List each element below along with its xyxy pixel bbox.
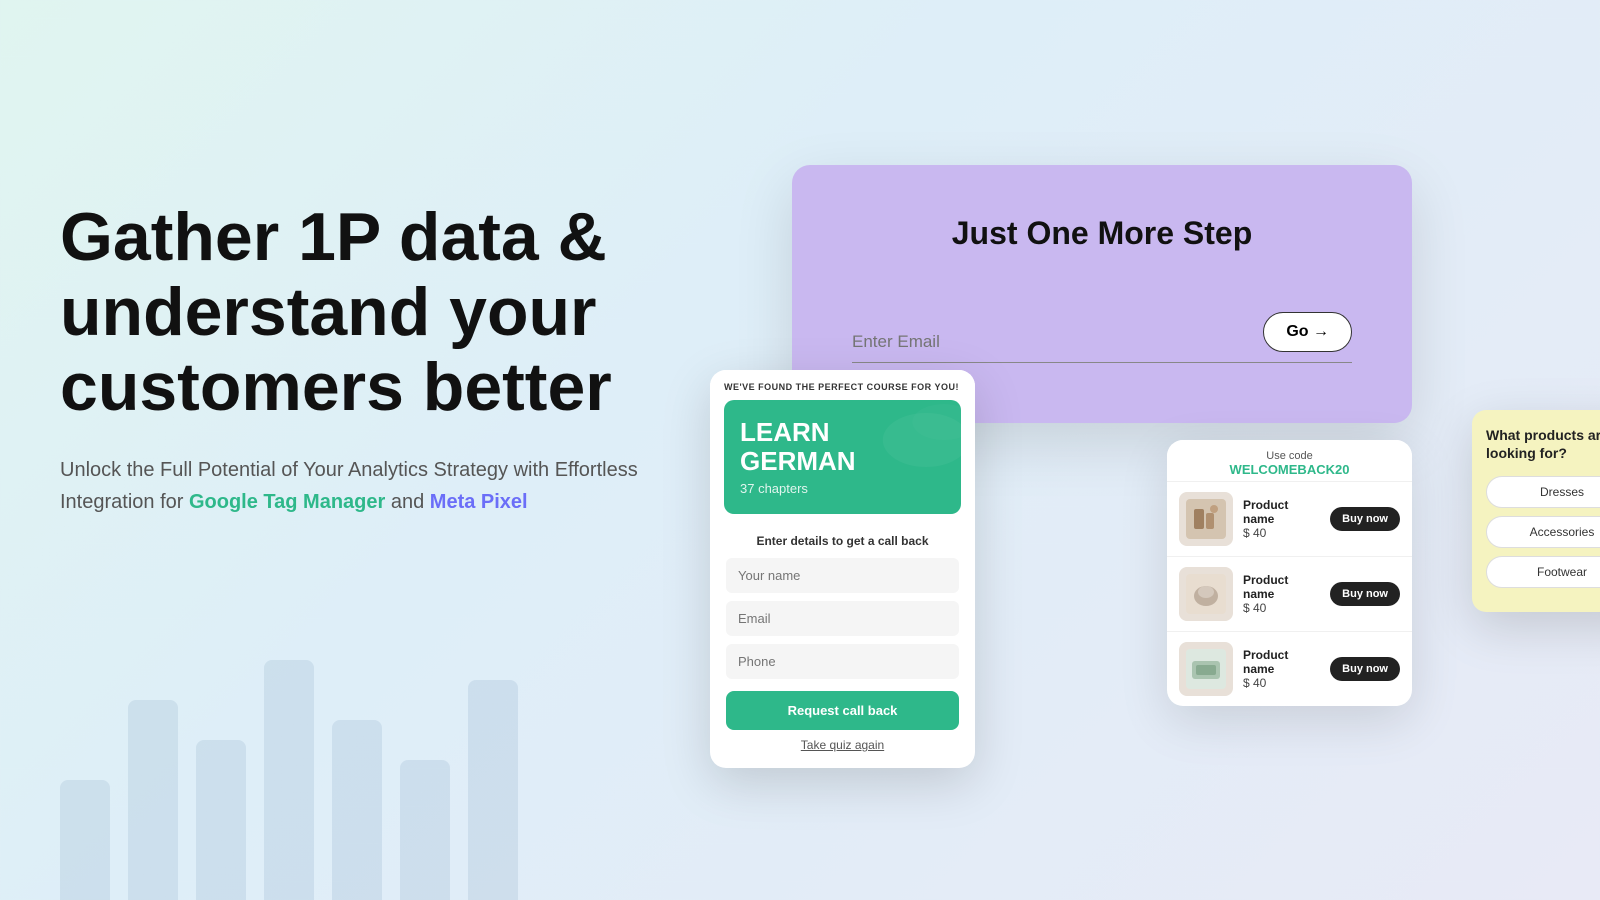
quiz-option-footwear[interactable]: Footwear — [1486, 556, 1600, 588]
product-item-2: Product name $ 40 Buy now — [1167, 556, 1412, 631]
product-info-3: Product name $ 40 — [1243, 648, 1320, 690]
deco-bar-1 — [128, 700, 178, 900]
product-name-2: Product name — [1243, 573, 1320, 601]
course-card-header: WE'VE FOUND THE PERFECT COURSE FOR YOU! … — [710, 370, 975, 520]
left-section: Gather 1P data & understand your custome… — [60, 200, 680, 518]
gtm-link[interactable]: Google Tag Manager — [189, 491, 385, 513]
name-input[interactable] — [726, 558, 959, 593]
buy-button-2[interactable]: Buy now — [1330, 582, 1400, 606]
course-banner: LEARN GERMAN 37 chapters — [724, 400, 961, 514]
go-button[interactable]: Go → — [1263, 312, 1352, 352]
buy-button-1[interactable]: Buy now — [1330, 507, 1400, 531]
deco-bar-0 — [60, 780, 110, 900]
use-code-text: Use code — [1181, 450, 1398, 462]
promo-code: WELCOMEBACK20 — [1181, 462, 1398, 477]
meta-link[interactable]: Meta Pixel — [430, 491, 528, 513]
deco-bar-3 — [264, 660, 314, 900]
deco-bar-6 — [468, 680, 518, 900]
sub-text-mid: and — [385, 491, 429, 513]
request-callback-button[interactable]: Request call back — [726, 691, 959, 730]
product-price-2: $ 40 — [1243, 601, 1320, 615]
product-info-2: Product name $ 40 — [1243, 573, 1320, 615]
deco-bar-2 — [196, 740, 246, 900]
course-title: LEARN GERMAN — [740, 418, 945, 475]
callback-label: Enter details to get a call back — [726, 534, 959, 548]
product-image-icon-2 — [1186, 574, 1226, 614]
course-card-body: Enter details to get a call back Request… — [710, 520, 975, 768]
product-image-1 — [1179, 492, 1233, 546]
product-image-3 — [1179, 642, 1233, 696]
product-info-1: Product name $ 40 — [1243, 498, 1320, 540]
course-card: WE'VE FOUND THE PERFECT COURSE FOR YOU! … — [710, 370, 975, 768]
product-name-3: Product name — [1243, 648, 1320, 676]
email-field[interactable] — [726, 601, 959, 636]
product-price-3: $ 40 — [1243, 676, 1320, 690]
product-image-icon-1 — [1186, 499, 1226, 539]
product-image-icon-3 — [1186, 649, 1226, 689]
deco-bar-5 — [400, 760, 450, 900]
deco-bar-4 — [332, 720, 382, 900]
course-found-label: WE'VE FOUND THE PERFECT COURSE FOR YOU! — [724, 382, 961, 392]
quiz-option-dresses[interactable]: Dresses — [1486, 476, 1600, 508]
take-quiz-link[interactable]: Take quiz again — [726, 738, 959, 752]
product-price-1: $ 40 — [1243, 526, 1320, 540]
buy-button-3[interactable]: Buy now — [1330, 657, 1400, 681]
sub-text: Unlock the Full Potential of Your Analyt… — [60, 454, 680, 518]
main-heading: Gather 1P data & understand your custome… — [60, 200, 680, 424]
quiz-card: What products are you looking for? Dress… — [1472, 410, 1600, 612]
course-chapters: 37 chapters — [740, 481, 945, 496]
decorative-bars — [60, 660, 518, 900]
quiz-card-title: What products are you looking for? — [1486, 426, 1600, 462]
phone-field[interactable] — [726, 644, 959, 679]
product-item-3: Product name $ 40 Buy now — [1167, 631, 1412, 706]
purple-card-title: Just One More Step — [852, 215, 1352, 252]
email-input[interactable] — [852, 332, 1243, 352]
product-item-1: Product name $ 40 Buy now — [1167, 481, 1412, 556]
product-name-1: Product name — [1243, 498, 1320, 526]
quiz-option-accessories[interactable]: Accessories — [1486, 516, 1600, 548]
email-row: Go → — [852, 312, 1352, 363]
product-card: Use code WELCOMEBACK20 Product name $ 40… — [1167, 440, 1412, 706]
product-image-2 — [1179, 567, 1233, 621]
promo-bar: Use code WELCOMEBACK20 — [1167, 440, 1412, 481]
